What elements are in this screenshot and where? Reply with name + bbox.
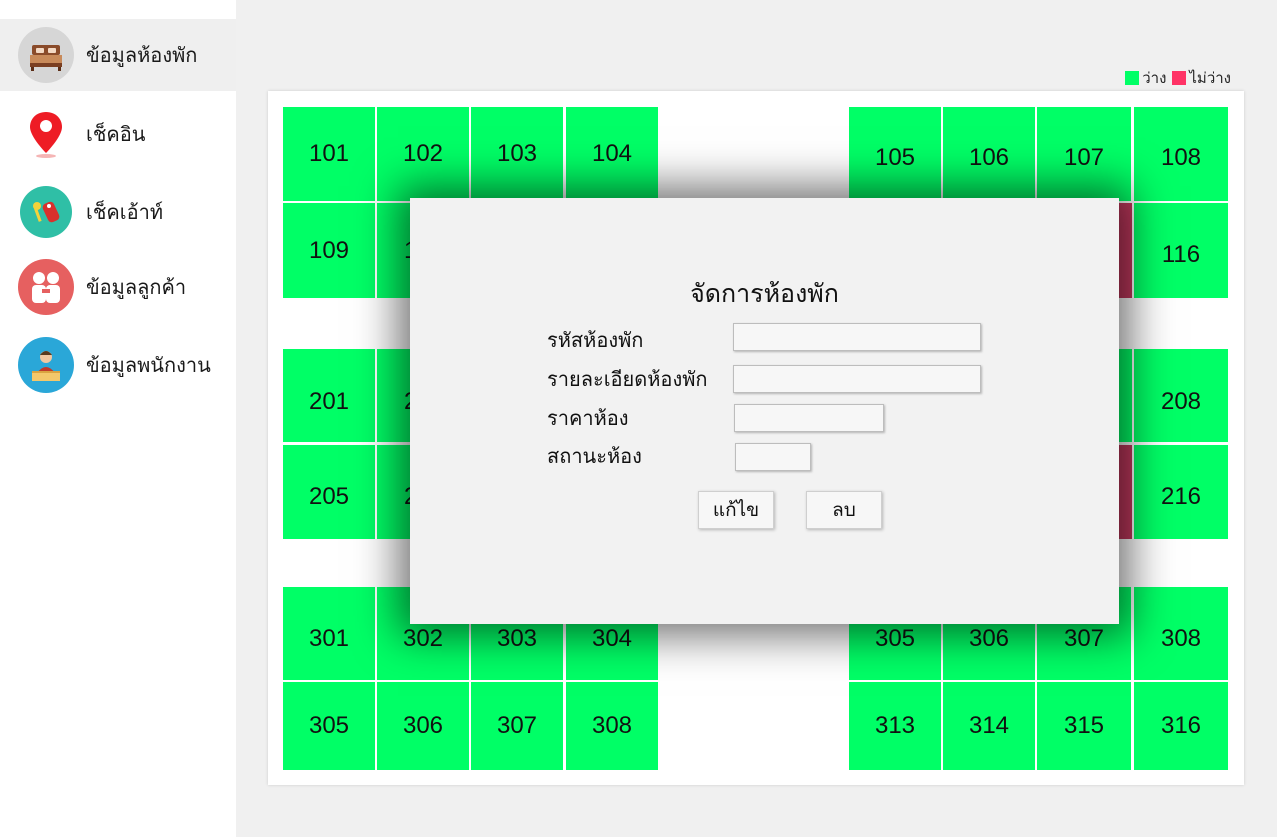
room-status-legend: ว่าง ไม่ว่าง [1119, 66, 1231, 90]
room-tile[interactable]: 307 [471, 682, 563, 770]
bed-icon [18, 27, 74, 83]
room-price-input[interactable] [734, 404, 884, 432]
occupied-swatch [1172, 71, 1187, 85]
room-tile[interactable]: 107 [1037, 107, 1131, 201]
sidebar-item-label: ข้อมูลพนักงาน [86, 353, 211, 377]
legend-occupied: ไม่ว่าง [1172, 66, 1231, 90]
employee-icon [18, 337, 74, 393]
legend-available-label: ว่าง [1142, 69, 1167, 87]
room-status-input[interactable] [735, 443, 811, 471]
room-tile[interactable]: 205 [283, 445, 375, 539]
sidebar-item-label: เช็คอิน [86, 122, 146, 146]
manage-room-dialog: จัดการห้องพัก รหัสห้องพัก รายละเอียดห้อง… [410, 198, 1119, 624]
room-tile[interactable]: 301 [283, 587, 375, 680]
room-tile[interactable]: 208 [1134, 349, 1228, 442]
key-tag-icon [20, 186, 72, 238]
sidebar-item-label: ข้อมูลลูกค้า [86, 275, 187, 299]
available-swatch [1125, 71, 1140, 85]
sidebar-item-room-info[interactable]: ข้อมูลห้องพัก [0, 19, 236, 91]
sidebar-item-label: เช็คเอ้าท์ [86, 200, 164, 224]
room-tile[interactable]: 305 [283, 682, 375, 770]
room-detail-label: รายละเอียดห้องพัก [547, 367, 708, 391]
room-tile[interactable]: 103 [471, 107, 563, 201]
sidebar-item-check-out[interactable]: เช็คเอ้าท์ [0, 176, 236, 248]
room-tile[interactable]: 101 [283, 107, 375, 201]
room-tile[interactable]: 306 [377, 682, 469, 770]
legend-available: ว่าง [1125, 66, 1166, 90]
room-tile[interactable]: 314 [943, 682, 1035, 770]
room-tile[interactable]: 201 [283, 349, 375, 442]
location-pin-icon [18, 106, 74, 162]
room-status-label: สถานะห้อง [547, 444, 642, 468]
room-tile[interactable]: 313 [849, 682, 941, 770]
edit-button[interactable]: แก้ไข [698, 491, 774, 529]
sidebar-item-label: ข้อมูลห้องพัก [86, 43, 198, 67]
room-tile[interactable]: 216 [1134, 445, 1228, 539]
room-detail-input[interactable] [733, 365, 981, 393]
room-tile[interactable]: 105 [849, 107, 941, 201]
sidebar: ข้อมูลห้องพัก เช็คอิน เช็คเอ้าท์ ข้อมูลล… [0, 0, 236, 837]
room-tile[interactable]: 308 [566, 682, 658, 770]
room-tile[interactable]: 102 [377, 107, 469, 201]
sidebar-item-employee-info[interactable]: ข้อมูลพนักงาน [0, 329, 236, 401]
dialog-title: จัดการห้องพัก [690, 279, 839, 308]
room-tile[interactable]: 108 [1134, 107, 1228, 201]
customers-icon [18, 259, 74, 315]
room-tile[interactable]: 109 [283, 203, 375, 298]
sidebar-item-customer-info[interactable]: ข้อมูลลูกค้า [0, 251, 236, 323]
room-price-label: ราคาห้อง [547, 406, 629, 430]
delete-button[interactable]: ลบ [806, 491, 882, 529]
room-tile[interactable]: 106 [943, 107, 1035, 201]
room-code-input[interactable] [733, 323, 981, 351]
room-tile[interactable]: 315 [1037, 682, 1131, 770]
room-tile[interactable]: 308 [1134, 587, 1228, 680]
room-tile[interactable]: 104 [566, 107, 658, 201]
legend-occupied-label: ไม่ว่าง [1189, 69, 1231, 87]
room-code-label: รหัสห้องพัก [547, 328, 644, 352]
sidebar-item-check-in[interactable]: เช็คอิน [0, 98, 236, 170]
room-tile[interactable]: 116 [1134, 203, 1228, 298]
room-tile[interactable]: 316 [1134, 682, 1228, 770]
